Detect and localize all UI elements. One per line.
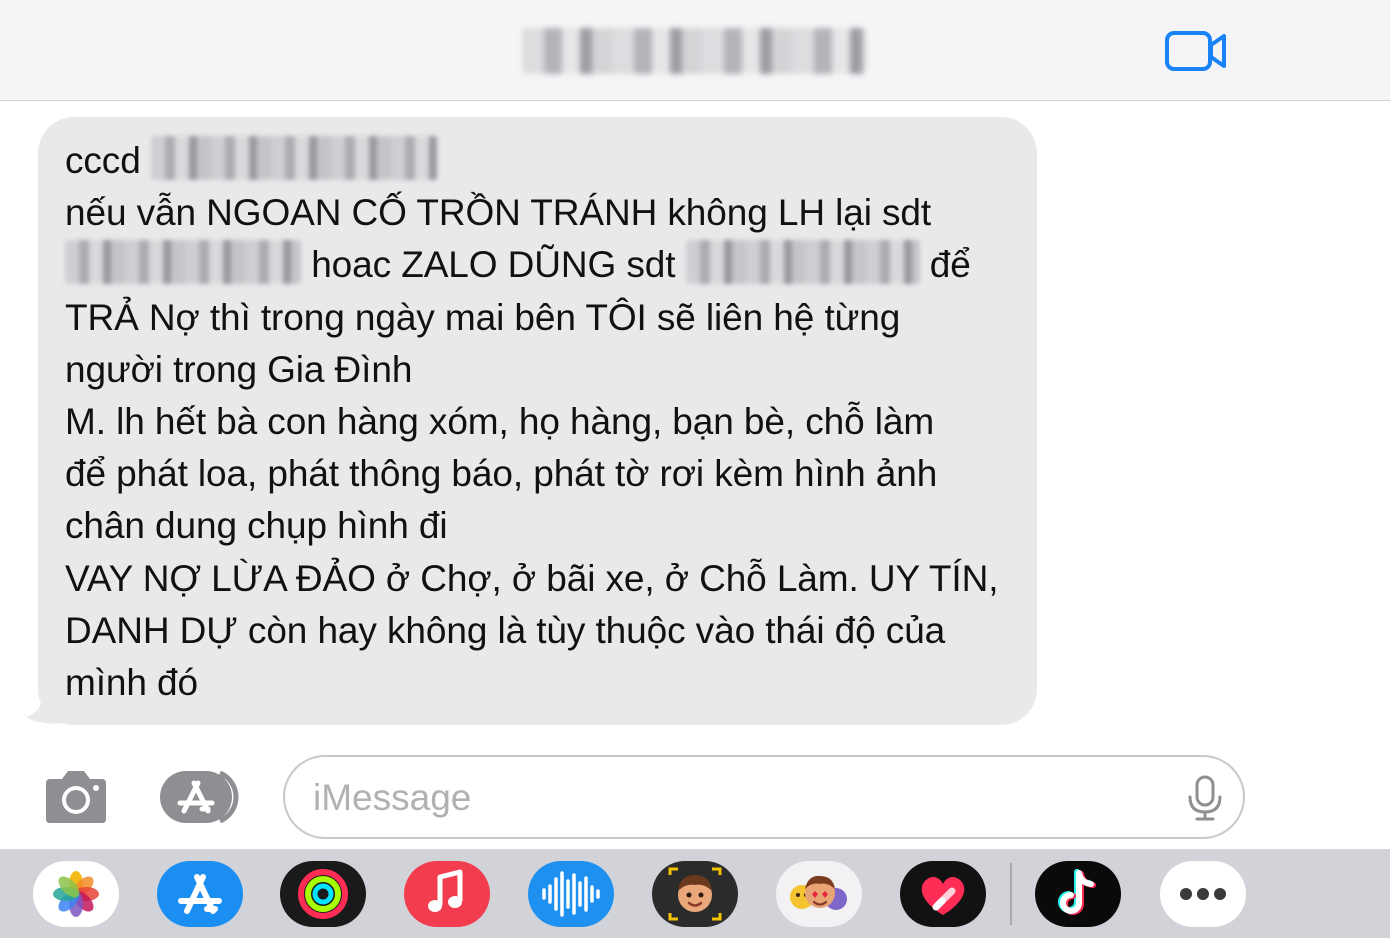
app-photos[interactable] [33,861,119,927]
app-store-icon [160,770,239,824]
contact-name-redacted[interactable] [522,28,866,74]
app-drawer [0,849,1390,938]
waveform-icon [542,871,600,917]
message-text: cccd [65,140,141,181]
video-call-button[interactable] [1162,28,1230,74]
microphone-button[interactable] [1185,775,1225,821]
music-note-icon [428,869,463,912]
message-line: M. lh hết bà con hàng xóm, họ hàng, bạn … [65,401,935,443]
memoji-stickers-icon [790,875,847,910]
app-music[interactable] [404,861,490,927]
incoming-message-bubble[interactable]: cccd nếu vẫn NGOAN CỐ TRỒN TRÁNH không L… [38,117,1037,725]
app-activity[interactable] [280,861,366,927]
app-audio-message[interactable] [528,861,614,927]
id-number-redacted [150,136,437,180]
message-text: hoac ZALO DŨNG sdt [311,244,676,286]
heart-icon [921,877,965,915]
app-more[interactable] [1160,861,1246,927]
message-line: TRẢ Nợ thì trong ngày mai bên TÔI sẽ liê… [65,296,901,338]
app-memoji-stickers[interactable] [776,861,862,927]
message-line: mình đó [65,662,198,704]
camera-button[interactable] [40,769,112,825]
phone-number-redacted [65,240,301,285]
message-line: chân dung chụp hình đi [65,505,448,547]
camera-icon [46,771,106,823]
app-memoji[interactable] [652,861,738,927]
message-line: người trong Gia Đình [65,348,413,390]
message-thread[interactable]: cccd nếu vẫn NGOAN CỐ TRỒN TRÁNH không L… [0,101,1390,747]
imessage-field[interactable] [283,755,1245,839]
more-icon [1180,888,1226,900]
video-camera-icon [1165,31,1226,71]
message-line: hoac ZALO DŨNG sdt để [65,239,1011,291]
conversation-header [0,0,1390,101]
drawer-divider [1010,863,1012,925]
message-line: cccd [65,135,1011,187]
message-text: để [929,244,971,286]
microphone-icon [1188,775,1222,821]
app-tiktok[interactable] [1035,861,1121,927]
apps-button[interactable] [158,769,246,825]
phone-number-redacted [685,240,920,285]
app-digital-touch[interactable] [900,861,986,927]
memoji-icon [668,867,722,921]
app-store-icon [178,874,222,914]
imessage-input[interactable] [313,771,1173,825]
tiktok-icon [1058,869,1096,915]
app-app-store[interactable] [157,861,243,927]
message-line: nếu vẫn NGOAN CỐ TRỒN TRÁNH không LH lại… [65,192,932,234]
message-line: để phát loa, phát thông báo, phát tờ rơi… [65,453,938,495]
message-line: DANH DỰ còn hay không là tùy thuộc vào t… [65,609,946,651]
photos-icon [53,871,99,917]
message-line: VAY NỢ LỪA ĐẢO ở Chợ, ở bãi xe, ở Chỗ Là… [65,557,999,599]
compose-bar [0,747,1390,849]
activity-rings-icon [298,869,348,919]
